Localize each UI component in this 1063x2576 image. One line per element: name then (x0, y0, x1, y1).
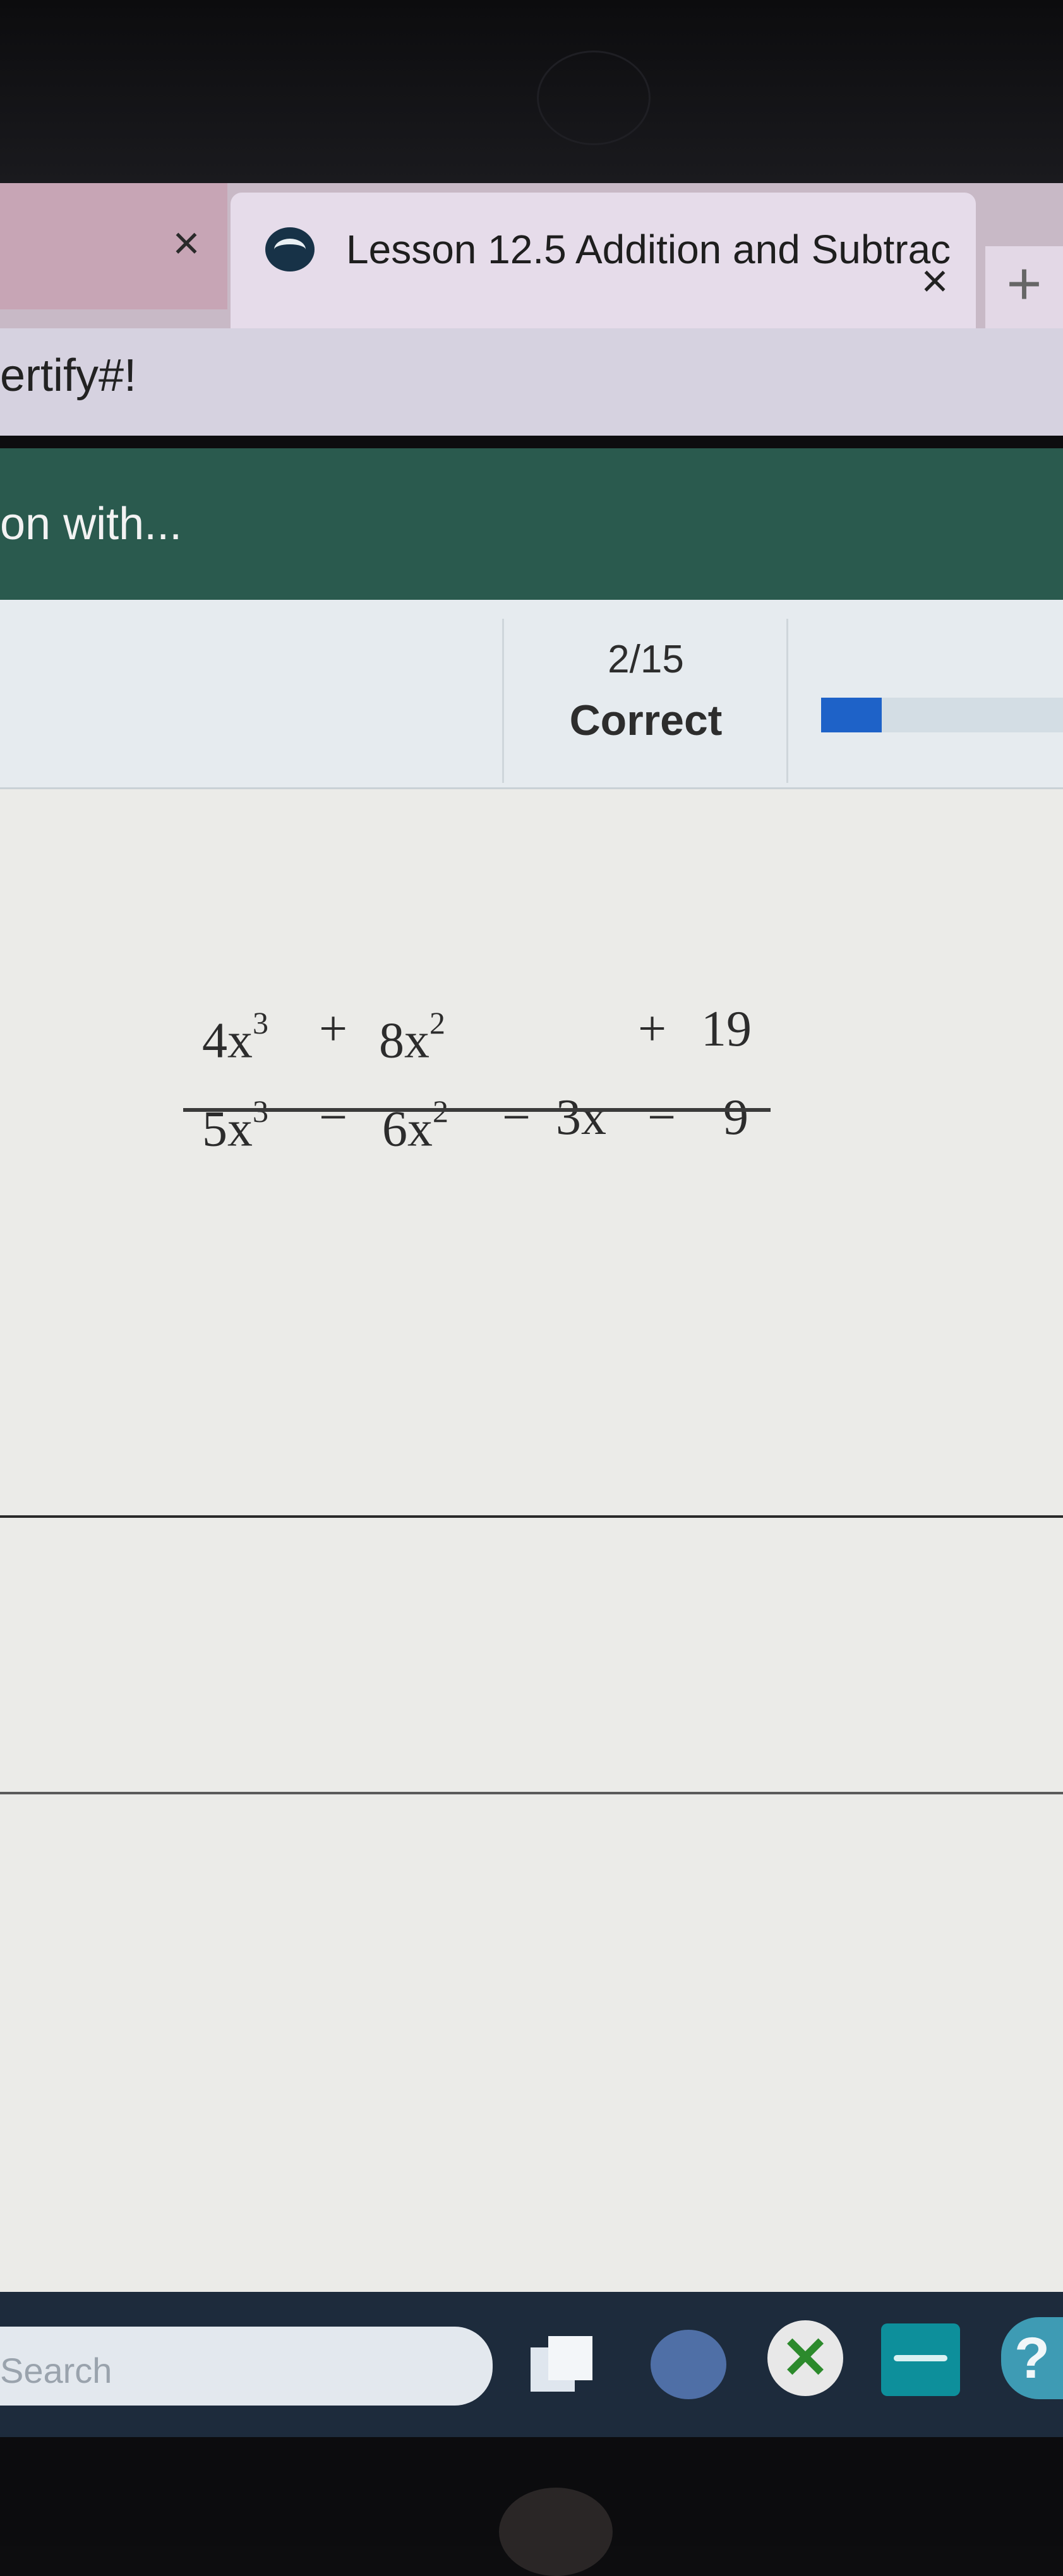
webcam (537, 51, 651, 145)
term: 9 (723, 1090, 748, 1145)
term: 4x3 (202, 1005, 268, 1069)
score-divider (502, 619, 504, 783)
laptop-bezel (0, 0, 1063, 183)
chat-icon[interactable] (651, 2330, 726, 2399)
inactive-tab-close-icon[interactable]: × (161, 218, 212, 268)
term: 3x (556, 1090, 606, 1145)
operator: − (647, 1090, 676, 1145)
laptop-logo (499, 2488, 613, 2576)
problem-area (0, 789, 1063, 2292)
term: 5x3 (202, 1094, 268, 1157)
operator: + (638, 1001, 667, 1057)
progress-fill (821, 698, 882, 732)
address-bar[interactable] (0, 328, 1063, 436)
address-bar-text: ertify#! (0, 350, 137, 401)
sum-line (183, 1108, 771, 1112)
active-tab-title: Lesson 12.5 Addition and Subtrac (346, 227, 951, 272)
site-favicon-icon (265, 227, 315, 271)
answer-divider (0, 1792, 1063, 1794)
xbox-icon[interactable]: ✕ (767, 2320, 843, 2396)
operator: − (319, 1090, 348, 1145)
score-divider (786, 619, 788, 783)
new-tab-button[interactable]: + (985, 246, 1063, 328)
term: 8x2 (379, 1005, 445, 1069)
answer-divider (0, 1515, 1063, 1518)
operator: + (319, 1001, 348, 1057)
score-label: Correct (569, 696, 723, 744)
taskbar-search-placeholder: Search (0, 2351, 112, 2390)
operator: − (502, 1090, 531, 1145)
term: 6x2 (382, 1094, 448, 1157)
term: 19 (701, 1001, 752, 1057)
app-icon[interactable] (881, 2323, 960, 2396)
lesson-header-text: on with... (0, 499, 183, 549)
score-count: 2/15 (608, 638, 684, 681)
task-view-icon[interactable] (531, 2336, 594, 2396)
active-tab-close-icon[interactable]: × (910, 256, 960, 306)
